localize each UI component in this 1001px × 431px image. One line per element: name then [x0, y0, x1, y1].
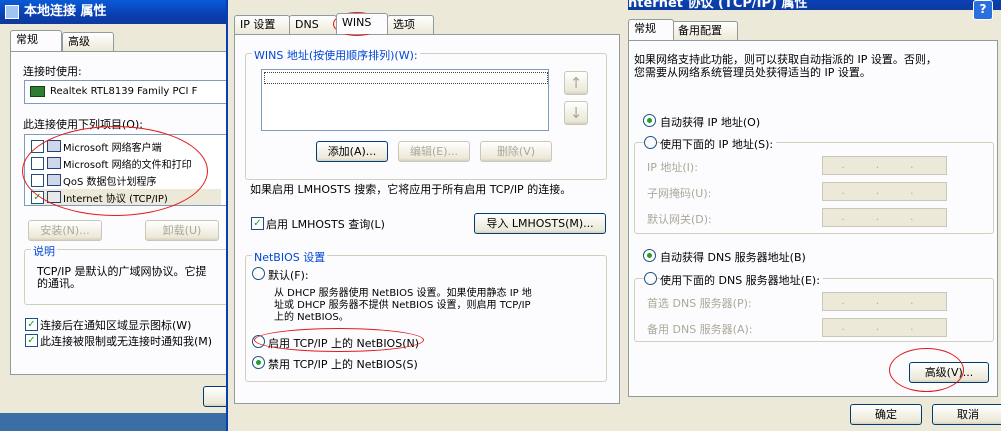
- left-properties-dialog: 本地连接 属性 常规 高级 连接时使用: Realtek RTL8139 Fam…: [0, 0, 226, 413]
- adapter-name: Realtek RTL8139 Family PCI F: [50, 86, 198, 97]
- enable-netbios-radio[interactable]: [252, 335, 265, 348]
- tab-wins[interactable]: WINS: [336, 13, 388, 34]
- item-checkbox[interactable]: [31, 174, 44, 187]
- preferred-dns-field[interactable]: . . .: [822, 292, 947, 311]
- enable-lmhosts-checkbox[interactable]: ✓: [251, 217, 264, 230]
- preferred-dns-label: 首选 DNS 服务器(P):: [647, 297, 752, 310]
- auto-ip-label: 自动获得 IP 地址(O): [660, 116, 761, 129]
- add-button[interactable]: 添加(A)...: [316, 141, 388, 162]
- manual-ip-group: 使用下面的 IP 地址(S): IP 地址(I): . . . 子网掩码(U):…: [634, 136, 994, 234]
- move-up-button[interactable]: ↑: [564, 71, 588, 95]
- list-focus-row: [264, 72, 548, 84]
- item-label: QoS 数据包计划程序: [63, 177, 157, 188]
- qos-icon: [47, 174, 61, 186]
- items-list[interactable]: Microsoft 网络客户端 Microsoft 网络的文件和打印 QoS 数…: [24, 134, 226, 206]
- file-share-icon: [47, 157, 61, 169]
- help-button[interactable]: ?: [973, 0, 993, 20]
- install-button[interactable]: 安装(N)...: [28, 220, 102, 241]
- left-dialog-partial-button[interactable]: [203, 386, 226, 407]
- item-label: Microsoft 网络的文件和打印: [63, 160, 192, 171]
- item-checkbox[interactable]: [31, 157, 44, 170]
- show-icon-label: 连接后在通知区域显示图标(W): [40, 319, 192, 332]
- gateway-label: 默认网关(D):: [647, 213, 712, 226]
- advanced-tcpip-dialog: IP 设置 DNS WINS 选项 WINS 地址(按使用顺序排列)(W): ↑…: [226, 0, 630, 431]
- subnet-field[interactable]: . . .: [822, 182, 947, 201]
- ok-button[interactable]: 确定: [850, 404, 922, 425]
- manual-dns-radio[interactable]: [644, 272, 657, 285]
- ip-address-field[interactable]: . . .: [822, 156, 947, 175]
- tab-ip-settings[interactable]: IP 设置: [234, 15, 290, 34]
- advanced-button[interactable]: 高级(V)...: [909, 362, 989, 383]
- items-label: 此连接使用下列项目(O):: [23, 118, 143, 131]
- item-checkbox-checked[interactable]: ✓: [31, 191, 44, 204]
- tab-dns[interactable]: DNS: [289, 15, 337, 34]
- default-radio[interactable]: [252, 267, 265, 280]
- left-dialog-titlebar[interactable]: 本地连接 属性: [0, 0, 226, 24]
- tcpip-properties-dialog: nternet 协议 (TCP/IP) 属性 ? 常规 备用配置 如果网络支持此…: [628, 0, 1001, 431]
- uninstall-button[interactable]: 卸载(U): [145, 220, 219, 241]
- client-icon: [47, 140, 61, 152]
- auto-ip-radio[interactable]: [643, 114, 656, 127]
- list-item[interactable]: QoS 数据包计划程序: [31, 172, 226, 188]
- tab-options[interactable]: 选项: [387, 15, 434, 34]
- tab-general-right[interactable]: 常规: [628, 19, 674, 40]
- tab-alternate-config[interactable]: 备用配置: [672, 21, 738, 40]
- auto-dns-radio[interactable]: [643, 249, 656, 262]
- item-label: Microsoft 网络客户端: [63, 143, 162, 154]
- network-card-icon: [30, 85, 45, 97]
- item-checkbox[interactable]: [31, 140, 44, 153]
- wins-address-group: WINS 地址(按使用顺序排列)(W): ↑ ↓ 添加(A)... 编辑(E).…: [245, 47, 607, 180]
- network-icon: [5, 5, 19, 19]
- ip-address-label: IP 地址(I):: [647, 161, 698, 174]
- enable-netbios-label: 启用 TCP/IP 上的 NetBIOS(N): [268, 337, 420, 350]
- left-general-panel: 连接时使用: Realtek RTL8139 Family PCI F 此连接使…: [10, 51, 226, 375]
- manual-dns-group: 使用下面的 DNS 服务器地址(E): 首选 DNS 服务器(P): . . .…: [634, 272, 994, 342]
- default-label: 默认(F):: [268, 269, 309, 282]
- wins-address-list[interactable]: [261, 69, 549, 131]
- left-dialog-title: 本地连接 属性: [24, 4, 107, 19]
- enable-lmhosts-label: 启用 LMHOSTS 查询(L): [266, 218, 385, 231]
- alternate-dns-label: 备用 DNS 服务器(A):: [647, 323, 753, 336]
- delete-button[interactable]: 删除(V): [480, 141, 552, 162]
- netbios-group: NetBIOS 设置 默认(F): 从 DHCP 服务器使用 NetBIOS 设…: [245, 249, 607, 382]
- intro-line-2: 您需要从网络系统管理员处获得适当的 IP 设置。: [634, 66, 871, 79]
- list-item-selected[interactable]: ✓ Internet 协议 (TCP/IP): [31, 189, 221, 205]
- connect-using-label: 连接时使用:: [23, 65, 82, 78]
- manual-dns-label: 使用下面的 DNS 服务器地址(E):: [660, 272, 823, 288]
- cancel-button[interactable]: 取消: [932, 404, 1001, 425]
- description-title: 说明: [31, 243, 57, 259]
- disable-netbios-label: 禁用 TCP/IP 上的 NetBIOS(S): [268, 358, 418, 371]
- right-dialog-titlebar[interactable]: nternet 协议 (TCP/IP) 属性 ?: [628, 0, 1001, 20]
- notify-checkbox[interactable]: ✓: [25, 334, 38, 347]
- list-item[interactable]: Microsoft 网络客户端: [31, 138, 226, 154]
- list-item[interactable]: Microsoft 网络的文件和打印: [31, 155, 226, 171]
- tab-advanced[interactable]: 高级: [62, 32, 114, 51]
- subnet-label: 子网掩码(U):: [647, 187, 712, 200]
- manual-ip-label: 使用下面的 IP 地址(S):: [660, 136, 777, 152]
- wins-panel: WINS 地址(按使用顺序排列)(W): ↑ ↓ 添加(A)... 编辑(E).…: [234, 34, 620, 404]
- wins-group-title: WINS 地址(按使用顺序排列)(W):: [252, 47, 420, 63]
- right-dialog-title: nternet 协议 (TCP/IP) 属性: [628, 0, 808, 11]
- gateway-field[interactable]: . . .: [822, 208, 947, 227]
- right-general-panel: 如果网络支持此功能，则可以获取自动指派的 IP 设置。否则， 您需要从网络系统管…: [628, 40, 998, 397]
- description-group: 说明 TCP/IP 是默认的广域网协议。它提 的通讯。: [24, 243, 226, 305]
- alternate-dns-field[interactable]: . . .: [822, 318, 947, 337]
- edit-button[interactable]: 编辑(E)...: [398, 141, 470, 162]
- item-label: Internet 协议 (TCP/IP): [63, 194, 168, 205]
- import-lmhosts-button[interactable]: 导入 LMHOSTS(M)...: [474, 213, 606, 234]
- move-down-button[interactable]: ↓: [564, 101, 588, 125]
- tab-general[interactable]: 常规: [10, 30, 62, 51]
- description-text-line-2: 的通讯。: [37, 277, 81, 290]
- manual-ip-radio[interactable]: [644, 136, 657, 149]
- disable-netbios-radio[interactable]: [252, 356, 265, 369]
- notify-label: 此连接被限制或无连接时通知我(M): [40, 335, 213, 348]
- protocol-icon: [47, 191, 61, 203]
- netbios-group-title: NetBIOS 设置: [252, 249, 328, 265]
- lmhosts-info: 如果启用 LMHOSTS 搜索，它将应用于所有启用 TCP/IP 的连接。: [250, 183, 572, 196]
- default-desc-line-3: 上的 NetBIOS。: [274, 312, 349, 323]
- show-icon-checkbox[interactable]: ✓: [25, 318, 38, 331]
- adapter-field: Realtek RTL8139 Family PCI F: [24, 80, 226, 104]
- auto-dns-label: 自动获得 DNS 服务器地址(B): [660, 251, 806, 264]
